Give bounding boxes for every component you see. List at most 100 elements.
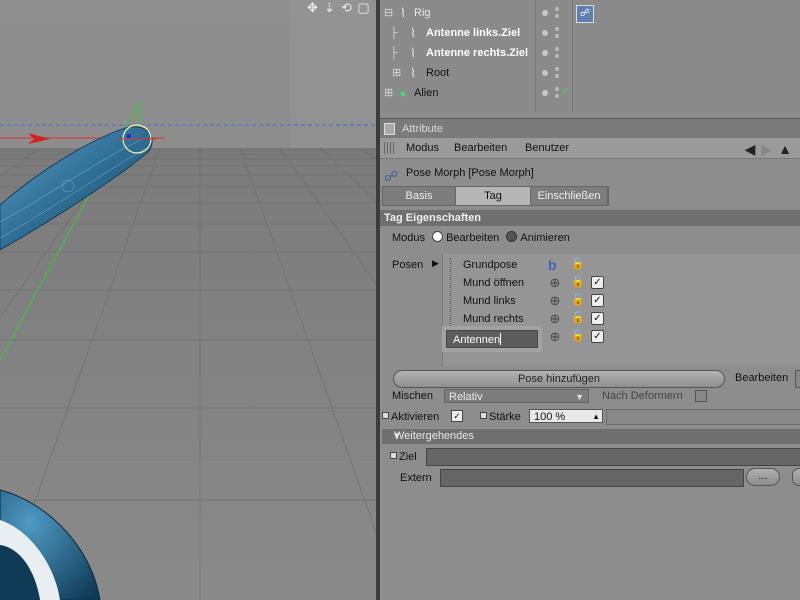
enable-checkbox[interactable]: ✓: [591, 276, 604, 289]
panel-icon: [384, 123, 395, 135]
animate-square-icon[interactable]: [382, 412, 389, 419]
grip-icon[interactable]: [384, 142, 396, 154]
lock-icon[interactable]: 🔓: [571, 311, 585, 325]
staerke-input[interactable]: 100 % ▲: [529, 409, 603, 423]
bearbeiten-label: Bearbeiten: [735, 372, 789, 384]
object-row-rig[interactable]: ⊟ ⌇ Rig ☍: [380, 3, 800, 23]
null-object-icon: ⌇: [410, 46, 416, 60]
staerke-value: 100 %: [534, 411, 566, 423]
object-title: Pose Morph [Pose Morph]: [406, 167, 534, 179]
object-name: Antenne rechts.Ziel: [426, 47, 529, 59]
lock-icon[interactable]: 🔓: [571, 275, 585, 289]
tree-line: ├: [390, 27, 398, 39]
aktivieren-checkbox[interactable]: ✓: [451, 410, 463, 422]
polygon-object-icon: ●: [399, 86, 407, 100]
target-icon[interactable]: ⊕: [548, 330, 562, 344]
target-icon[interactable]: ⊕: [548, 312, 562, 326]
expand-icon[interactable]: ⊞: [384, 83, 393, 103]
object-row-alien[interactable]: ⊞ ● Alien ✓: [380, 83, 800, 103]
tree-line: ├: [390, 47, 398, 59]
object-title-row: ☍ Pose Morph [Pose Morph]: [380, 162, 800, 184]
pose-add-button[interactable]: Pose hinzufügen: [393, 370, 725, 388]
object-name: Antenne links.Ziel: [426, 27, 521, 39]
visibility-dots[interactable]: [540, 7, 570, 19]
enable-checkbox[interactable]: ✓: [591, 294, 604, 307]
posen-label: Posen: [392, 259, 424, 271]
right-panel: ⊟ ⌇ Rig ☍ ├ ⌇ Antenne links.Ziel ├ ⌇ Ant…: [380, 0, 800, 600]
object-name: Root: [426, 67, 450, 79]
maximize-icon[interactable]: ▢: [357, 0, 370, 16]
pose-name: Mund öffnen: [463, 277, 524, 289]
ziel-row: Ziel: [390, 450, 417, 464]
target-icon[interactable]: ⊕: [548, 294, 562, 308]
tab-einschliessen[interactable]: Einschließen: [531, 187, 608, 205]
pose-name: Grundpose: [463, 259, 518, 271]
3d-viewport[interactable]: ✥ ⇣ ⟲ ▢: [0, 0, 376, 600]
tab-basis[interactable]: Basis: [383, 187, 456, 205]
browse-button[interactable]: ...: [746, 468, 780, 486]
viewport-scene: [0, 0, 376, 600]
menu-bearbeiten[interactable]: Bearbeiten: [454, 138, 507, 158]
extra-button[interactable]: [792, 468, 800, 486]
lock-icon[interactable]: 🔓: [571, 329, 585, 343]
pose-morph-tag-icon[interactable]: ☍: [576, 5, 594, 23]
radio-bearbeiten[interactable]: [432, 231, 444, 242]
back-arrow-icon[interactable]: ◀: [745, 141, 762, 157]
bearbeiten-field[interactable]: [795, 370, 800, 388]
enabled-check-icon[interactable]: ✓: [561, 84, 571, 98]
animate-square-icon[interactable]: [390, 452, 397, 459]
viewport-tools: ✥ ⇣ ⟲ ▢: [306, 0, 370, 16]
null-object-icon: ⌇: [410, 66, 416, 80]
list-item[interactable]: Mund öffnen ⊕ 🔓 ✓: [455, 274, 800, 292]
ziel-link-field[interactable]: [426, 448, 800, 466]
rotate-icon[interactable]: ⟲: [340, 0, 353, 16]
attribute-panel-header: Attribute: [380, 118, 800, 139]
enable-checkbox[interactable]: ✓: [591, 312, 604, 325]
visibility-dots[interactable]: [540, 27, 570, 39]
menu-modus[interactable]: Modus: [406, 138, 439, 158]
forward-arrow-icon[interactable]: ▶: [761, 141, 778, 157]
staerke-slider[interactable]: [606, 409, 800, 425]
menu-benutzer[interactable]: Benutzer: [525, 138, 569, 158]
nach-deformern-checkbox[interactable]: [695, 390, 707, 402]
object-row-root[interactable]: ⊞ ⌇ Root: [380, 63, 800, 83]
radio-animieren[interactable]: [506, 231, 518, 242]
expand-arrow-icon[interactable]: ▶: [432, 258, 439, 269]
target-icon[interactable]: ⊕: [548, 276, 562, 290]
modus-label: Modus: [392, 232, 426, 244]
radio-label: Bearbeiten: [446, 232, 500, 244]
object-name: Alien: [414, 87, 439, 99]
visibility-dots[interactable]: [540, 67, 570, 79]
expand-icon[interactable]: ⊞: [392, 63, 401, 83]
panel-title: Attribute: [402, 123, 443, 135]
aktivieren-row: Aktivieren: [382, 409, 439, 425]
move-icon[interactable]: ✥: [306, 0, 319, 16]
null-object-icon: ⌇: [400, 6, 406, 20]
object-name: Rig: [414, 7, 431, 19]
staerke-row: Stärke: [480, 409, 521, 425]
null-object-icon: ⌇: [410, 26, 416, 40]
collapse-icon[interactable]: ⊟: [384, 3, 393, 23]
mischen-value: Relativ: [449, 391, 483, 403]
tab-tag[interactable]: Tag: [456, 187, 531, 205]
mischen-dropdown[interactable]: Relativ ▼: [444, 389, 589, 403]
pose-name: Mund links: [463, 295, 516, 307]
object-row-antenne-rechts-ziel[interactable]: ├ ⌇ Antenne rechts.Ziel: [380, 43, 800, 63]
nach-deformern-label: Nach Deformern: [602, 390, 683, 402]
extern-path-field[interactable]: [440, 469, 744, 487]
lock-icon[interactable]: 🔓: [571, 257, 585, 271]
weitergehendes-header[interactable]: ▾ Weitergehendes: [382, 429, 800, 444]
animate-square-icon[interactable]: [480, 412, 487, 419]
visibility-dots[interactable]: [540, 47, 570, 59]
list-item[interactable]: Grundpose b 🔓: [455, 256, 800, 274]
list-item[interactable]: Mund links ⊕ 🔓 ✓: [455, 292, 800, 310]
pose-rename-input[interactable]: Antennen: [446, 330, 538, 348]
up-arrow-icon[interactable]: ▲: [778, 141, 798, 157]
modus-row: Modus Bearbeiten Animieren: [392, 230, 570, 246]
enable-checkbox[interactable]: ✓: [591, 330, 604, 343]
move-down-icon[interactable]: ⇣: [323, 0, 336, 16]
lock-icon[interactable]: 🔓: [571, 293, 585, 307]
aktivieren-label: Aktivieren: [391, 411, 440, 423]
object-row-antenne-links-ziel[interactable]: ├ ⌇ Antenne links.Ziel: [380, 23, 800, 43]
spinner-icon[interactable]: ▲: [592, 410, 600, 424]
